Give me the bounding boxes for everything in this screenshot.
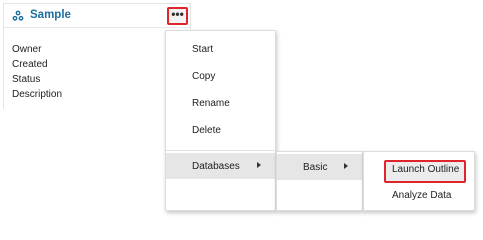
submenu-item-launch-outline[interactable]: Launch Outline <box>364 158 474 183</box>
submenu-item-label: Analyze Data <box>392 190 452 201</box>
field-status: Status <box>12 74 41 85</box>
submenu-item-label: Launch Outline <box>392 164 460 175</box>
field-owner: Owner <box>12 44 42 55</box>
menu-item-label: Databases <box>192 161 240 172</box>
actions-menu-button[interactable]: ••• <box>167 7 188 25</box>
field-description: Description <box>12 89 63 100</box>
field-created: Created <box>12 59 48 70</box>
menu-divider <box>166 150 275 151</box>
menu-item-databases[interactable]: Databases <box>166 153 275 179</box>
card-header: Sample ••• <box>4 4 190 28</box>
menu-item-label: Rename <box>192 98 230 109</box>
menu-item-delete[interactable]: Delete <box>166 117 275 143</box>
actions-menu: Start Copy Rename Delete Databases <box>165 30 276 211</box>
card-field-list: Owner Created Status Description <box>12 42 62 102</box>
submenu-item-analyze-data[interactable]: Analyze Data <box>364 186 474 208</box>
menu-item-label: Delete <box>192 125 221 136</box>
menu-item-rename[interactable]: Rename <box>166 90 275 116</box>
menu-item-label: Copy <box>192 71 216 82</box>
basic-submenu: Launch Outline Analyze Data <box>363 151 475 211</box>
cube-cluster-icon <box>12 10 24 21</box>
card-title[interactable]: Sample <box>30 9 71 21</box>
databases-submenu: Basic <box>276 151 363 211</box>
menu-item-start[interactable]: Start <box>166 36 275 62</box>
chevron-right-icon <box>344 163 348 169</box>
submenu-item-label: Basic <box>303 162 328 173</box>
chevron-right-icon <box>257 162 261 168</box>
menu-item-copy[interactable]: Copy <box>166 63 275 89</box>
application-card: Sample ••• Owner Created Status Descript… <box>3 3 191 109</box>
menu-item-label: Start <box>192 44 214 55</box>
submenu-item-basic[interactable]: Basic <box>277 154 362 180</box>
